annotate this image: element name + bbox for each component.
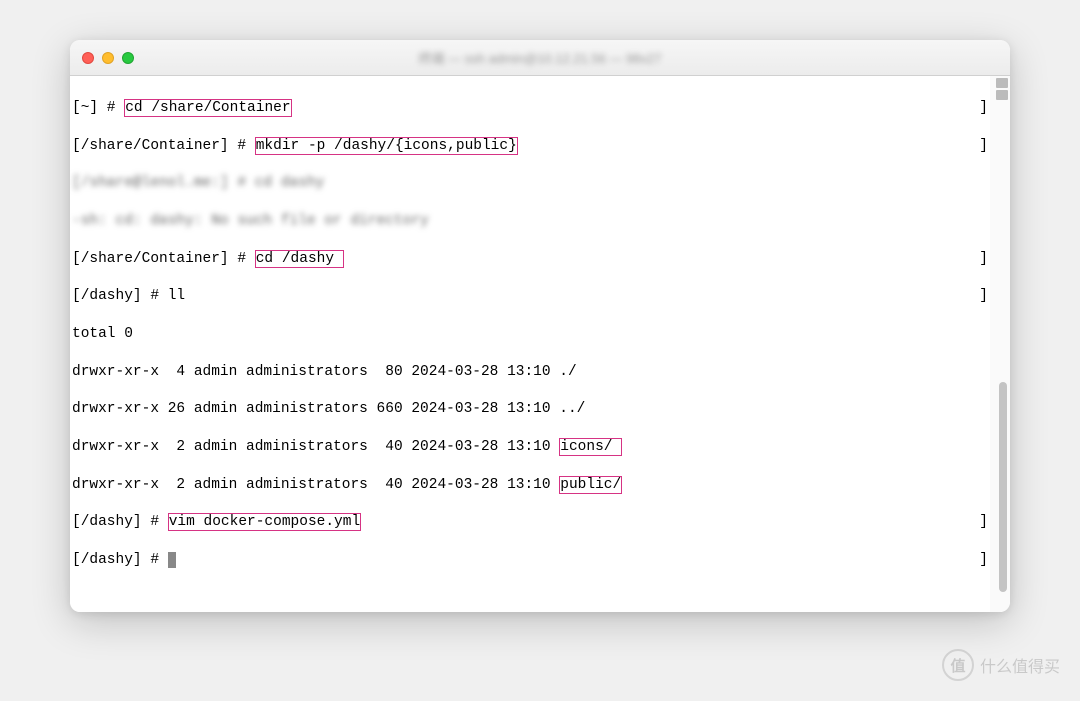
terminal-line: [/share/Container] # mkdir -p /dashy/{ic…	[72, 137, 988, 156]
window-title: 终端 — ssh admin@10.12.21.56 — 98x27	[419, 48, 662, 67]
terminal-window: 终端 — ssh admin@10.12.21.56 — 98x27 [~] #…	[70, 40, 1010, 612]
terminal-line: [/dashy] # vim docker-compose.yml]	[72, 513, 988, 532]
watermark: 值 什么值得买	[942, 649, 1060, 681]
terminal-body[interactable]: [~] # cd /share/Container] [/share/Conta…	[70, 76, 990, 612]
scroll-thumb[interactable]	[999, 382, 1007, 592]
titlebar[interactable]: 终端 — ssh admin@10.12.21.56 — 98x27	[70, 40, 1010, 76]
terminal-line-redacted: -sh: cd: dashy: No such file or director…	[72, 212, 988, 231]
terminal-line: drwxr-xr-x 26 admin administrators 660 2…	[72, 400, 988, 419]
terminal-line: drwxr-xr-x 2 admin administrators 40 202…	[72, 438, 988, 457]
terminal-line: drwxr-xr-x 2 admin administrators 40 202…	[72, 476, 988, 495]
highlight-box: mkdir -p /dashy/{icons,public}	[255, 137, 518, 155]
highlight-box: public/	[559, 476, 622, 494]
cursor-icon	[168, 552, 176, 568]
traffic-lights	[82, 52, 134, 64]
scrollbar[interactable]	[990, 76, 1010, 612]
watermark-badge: 值	[942, 649, 974, 681]
minimize-icon[interactable]	[102, 52, 114, 64]
scroll-indicator-icon	[996, 78, 1008, 100]
close-icon[interactable]	[82, 52, 94, 64]
terminal-line: total 0	[72, 325, 988, 344]
maximize-icon[interactable]	[122, 52, 134, 64]
highlight-box: icons/	[559, 438, 622, 456]
terminal-line-redacted: [/share@lenol.me:] # cd dashy	[72, 174, 988, 193]
watermark-text: 什么值得买	[980, 653, 1060, 677]
highlight-box: cd /share/Container	[124, 99, 291, 117]
highlight-box: vim docker-compose.yml	[168, 513, 361, 531]
highlight-box: cd /dashy	[255, 250, 344, 268]
terminal-line: [/share/Container] # cd /dashy ]	[72, 250, 988, 269]
terminal-line: [/dashy] # ]	[72, 551, 988, 570]
terminal-line: [~] # cd /share/Container]	[72, 99, 988, 118]
terminal-line: [/dashy] # ll]	[72, 287, 988, 306]
terminal-line: drwxr-xr-x 4 admin administrators 80 202…	[72, 363, 988, 382]
